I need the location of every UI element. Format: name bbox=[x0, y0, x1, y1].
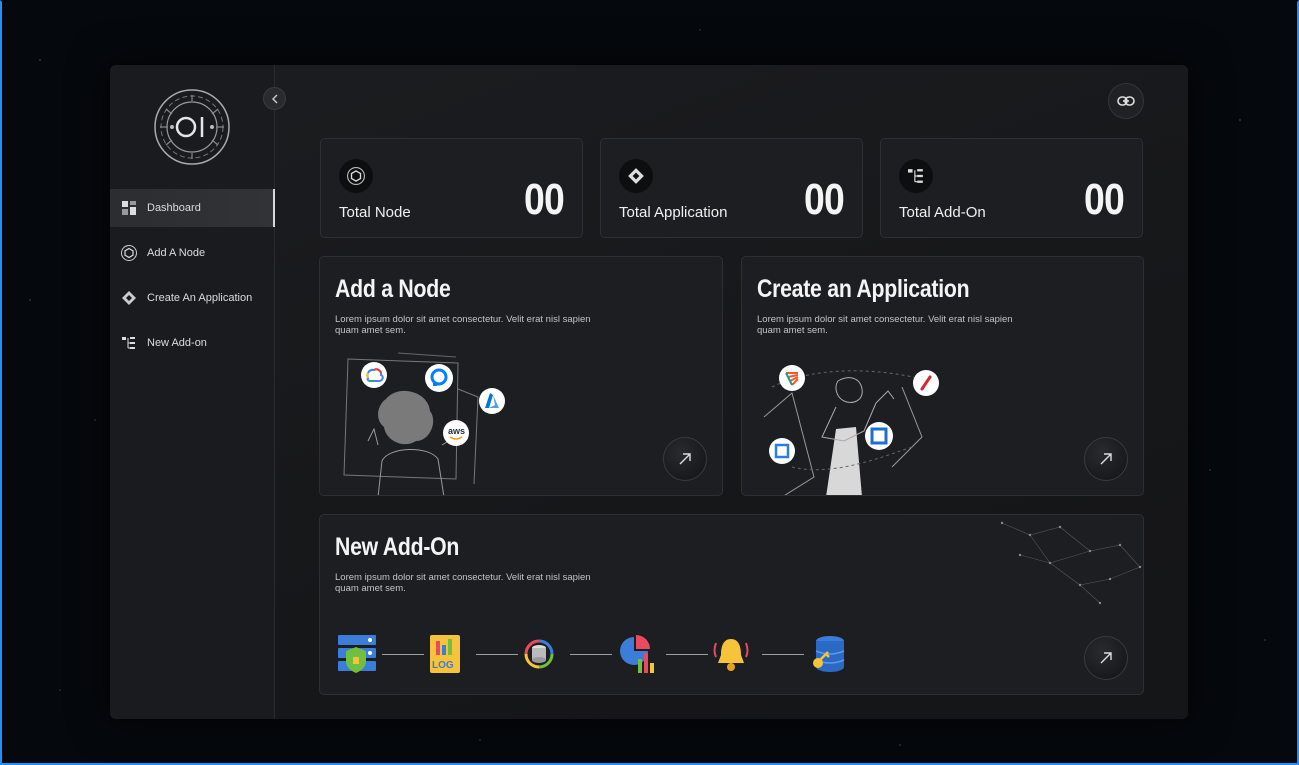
node-hexagon-icon bbox=[121, 245, 137, 261]
stat-label: Total Application bbox=[619, 204, 728, 221]
sidebar: Dashboard Add A Node Create An Applicati… bbox=[110, 65, 275, 719]
card-description: Lorem ipsum dolor sit amet consectetur. … bbox=[757, 314, 1013, 336]
stat-value: 00 bbox=[524, 175, 565, 224]
chevron-left-icon bbox=[271, 94, 277, 103]
database-key-icon bbox=[806, 633, 848, 675]
log-file-icon: LOG bbox=[426, 633, 468, 675]
logo bbox=[154, 89, 230, 165]
connector-line bbox=[762, 654, 804, 655]
aws-label: aws bbox=[448, 426, 466, 436]
new-addon-arrow-button[interactable] bbox=[1084, 636, 1128, 680]
sidebar-item-label: Create An Application bbox=[147, 292, 253, 304]
database-sync-icon bbox=[518, 633, 560, 675]
connector-line bbox=[382, 654, 424, 655]
link-icon bbox=[1117, 96, 1135, 106]
card-description: Lorem ipsum dolor sit amet consectetur. … bbox=[335, 314, 591, 336]
sidebar-item-label: New Add-on bbox=[147, 337, 207, 349]
node-hexagon-icon bbox=[339, 159, 373, 193]
card-new-addon[interactable]: New Add-On Lorem ipsum dolor sit amet co… bbox=[319, 514, 1144, 695]
connector-line bbox=[476, 654, 518, 655]
sidebar-item-add-node[interactable]: Add A Node bbox=[110, 234, 275, 272]
arrow-up-right-icon bbox=[1100, 652, 1112, 664]
connector-line bbox=[570, 654, 612, 655]
application-diamond-icon bbox=[121, 290, 137, 306]
app-logo-feather-icon bbox=[912, 369, 940, 397]
arrow-up-right-icon bbox=[679, 453, 691, 465]
addon-tree-icon bbox=[899, 159, 933, 193]
grid-icon bbox=[121, 200, 137, 216]
server-security-icon bbox=[336, 633, 378, 675]
card-description: Lorem ipsum dolor sit amet consectetur. … bbox=[335, 572, 591, 594]
stat-card-total-addon: Total Add-On 00 bbox=[880, 138, 1143, 238]
log-label: LOG bbox=[432, 660, 454, 671]
add-node-arrow-button[interactable] bbox=[663, 437, 707, 481]
stat-label: Total Node bbox=[339, 204, 411, 221]
stat-value: 00 bbox=[804, 175, 845, 224]
sidebar-item-create-application[interactable]: Create An Application bbox=[110, 279, 275, 317]
arrow-up-right-icon bbox=[1100, 453, 1112, 465]
analytics-chart-icon bbox=[614, 633, 656, 675]
stat-card-total-node: Total Node 00 bbox=[320, 138, 583, 238]
alert-bell-icon bbox=[710, 633, 752, 675]
connector-line bbox=[666, 654, 708, 655]
card-title: Add a Node bbox=[335, 275, 451, 303]
sidebar-item-new-addon[interactable]: New Add-on bbox=[110, 324, 275, 362]
sidebar-nav: Dashboard Add A Node Create An Applicati… bbox=[110, 189, 275, 369]
card-title: Create an Application bbox=[757, 275, 970, 303]
dashboard-panel: Dashboard Add A Node Create An Applicati… bbox=[110, 65, 1188, 719]
create-application-arrow-button[interactable] bbox=[1084, 437, 1128, 481]
network-constellation bbox=[1000, 521, 1142, 605]
app-logo-frame-icon bbox=[768, 437, 796, 465]
google-cloud-icon bbox=[360, 361, 388, 389]
app-logo-stripes-icon bbox=[778, 364, 806, 392]
card-create-application[interactable]: Create an Application Lorem ipsum dolor … bbox=[741, 256, 1144, 496]
collapse-sidebar-button[interactable] bbox=[263, 87, 286, 110]
digitalocean-icon bbox=[424, 363, 454, 393]
addon-tree-icon bbox=[121, 335, 137, 351]
sidebar-item-label: Add A Node bbox=[147, 247, 206, 259]
application-diamond-icon bbox=[619, 159, 653, 193]
app-logo-square-icon bbox=[864, 421, 894, 451]
azure-icon bbox=[478, 387, 506, 415]
card-title: New Add-On bbox=[335, 533, 460, 561]
stat-value: 00 bbox=[1084, 175, 1125, 224]
stat-card-total-application: Total Application 00 bbox=[600, 138, 863, 238]
sidebar-item-dashboard[interactable]: Dashboard bbox=[110, 189, 275, 227]
card-add-node[interactable]: Add a Node Lorem ipsum dolor sit amet co… bbox=[319, 256, 723, 496]
sidebar-item-label: Dashboard bbox=[147, 202, 201, 214]
copy-link-button[interactable] bbox=[1108, 83, 1144, 119]
stat-label: Total Add-On bbox=[899, 204, 986, 221]
aws-icon: aws bbox=[442, 419, 470, 447]
